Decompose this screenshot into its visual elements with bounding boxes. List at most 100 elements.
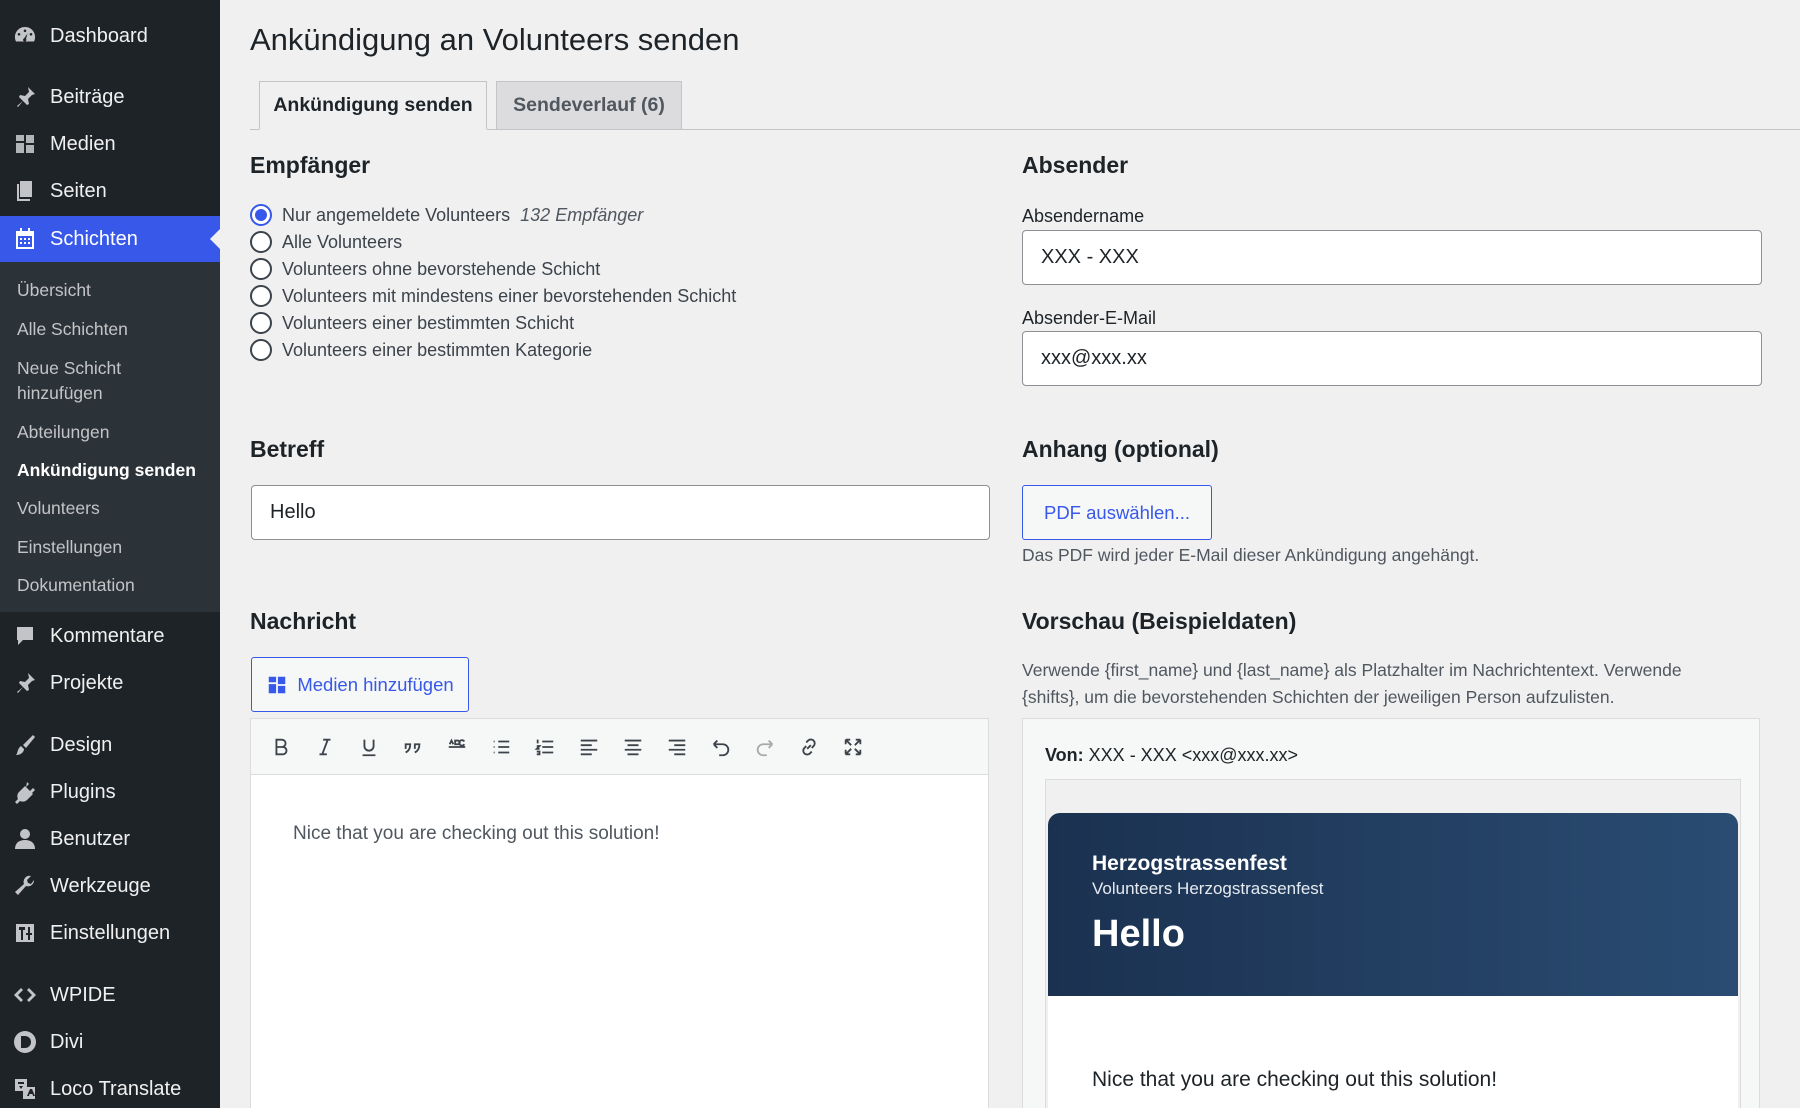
sender-name-input[interactable]	[1022, 230, 1762, 285]
menu-label: Loco Translate	[50, 1077, 182, 1100]
bold-icon[interactable]	[259, 727, 303, 767]
from-label: Von:	[1045, 745, 1084, 765]
menu-seiten[interactable]: Seiten	[0, 168, 220, 214]
bullet-list-icon[interactable]	[479, 727, 523, 767]
radio-button[interactable]	[250, 231, 272, 253]
recipient-option[interactable]: Volunteers einer bestimmten Schicht	[250, 310, 574, 336]
recipient-option-label: Volunteers ohne bevorstehende Schicht	[282, 258, 601, 279]
align-right-icon[interactable]	[655, 727, 699, 767]
recipient-option-label: Alle Volunteers	[282, 231, 403, 252]
menu-einstellungen[interactable]: Einstellungen	[0, 910, 220, 956]
preview-help-line2: {shifts}, um die bevorstehenden Schichte…	[1022, 687, 1615, 707]
sender-email-label: Absender-E-Mail	[1022, 308, 1157, 328]
select-pdf-button[interactable]: PDF auswählen...	[1022, 485, 1212, 540]
radio-button[interactable]	[250, 258, 272, 280]
italic-icon[interactable]	[303, 727, 347, 767]
from-value: XXX - XXX <xxx@xxx.xx>	[1088, 745, 1299, 765]
menu-werkzeuge[interactable]: Werkzeuge	[0, 863, 220, 909]
submenu-ankuendigung-senden[interactable]: Ankündigung senden	[17, 458, 196, 483]
subject-input[interactable]	[251, 485, 990, 540]
radio-button[interactable]	[250, 339, 272, 361]
menu-kommentare[interactable]: Kommentare	[0, 613, 220, 659]
menu-medien[interactable]: Medien	[0, 121, 220, 167]
submenu-volunteers[interactable]: Volunteers	[17, 496, 100, 521]
tab-sendeverlauf[interactable]: Sendeverlauf (6)	[496, 81, 682, 130]
sender-heading: Absender	[1022, 152, 1129, 178]
subject-heading: Betreff	[250, 436, 325, 462]
recipients-heading: Empfänger	[250, 152, 371, 178]
wrench-icon	[0, 874, 50, 898]
menu-design[interactable]: Design	[0, 722, 220, 768]
preview-canvas: Herzogstrassenfest Volunteers Herzogstra…	[1045, 779, 1741, 1108]
email-body: Nice that you are checking out this solu…	[1092, 1068, 1498, 1091]
link-icon[interactable]	[787, 727, 831, 767]
menu-projekte[interactable]: Projekte	[0, 660, 220, 706]
attachment-heading: Anhang (optional)	[1022, 436, 1219, 462]
email-subject: Hello	[1092, 913, 1185, 955]
menu-divi[interactable]: Divi	[0, 1019, 220, 1065]
numbered-list-icon[interactable]	[523, 727, 567, 767]
quote-icon[interactable]	[391, 727, 435, 767]
submenu-neue-schicht-line2[interactable]: hinzufügen	[17, 381, 103, 406]
plugin-icon	[0, 780, 50, 804]
pin-icon	[0, 85, 50, 109]
submenu-abteilungen[interactable]: Abteilungen	[17, 420, 109, 445]
recipient-option[interactable]: Alle Volunteers	[250, 229, 402, 255]
menu-wpide[interactable]: WPIDE	[0, 972, 220, 1018]
pages-icon	[0, 179, 50, 203]
recipient-option[interactable]: Volunteers ohne bevorstehende Schicht	[250, 256, 600, 282]
undo-icon[interactable]	[699, 727, 743, 767]
redo-icon[interactable]	[743, 727, 787, 767]
sender-email-input[interactable]	[1022, 331, 1762, 386]
settings-icon	[0, 921, 50, 945]
underline-icon[interactable]	[347, 727, 391, 767]
menu-label: Schichten	[50, 227, 138, 250]
preview-from: Von: XXX - XXX <xxx@xxx.xx>	[1045, 745, 1298, 766]
recipient-option[interactable]: Volunteers einer bestimmten Kategorie	[250, 337, 592, 363]
brush-icon	[0, 733, 50, 757]
menu-plugins[interactable]: Plugins	[0, 769, 220, 815]
submenu-neue-schicht[interactable]: Neue Schicht	[17, 356, 121, 381]
submenu-einstellungen[interactable]: Einstellungen	[17, 535, 122, 560]
menu-label: Divi	[50, 1030, 84, 1053]
media-icon	[266, 674, 288, 696]
menu-label: Plugins	[50, 780, 116, 803]
tab-ankuendigung-senden[interactable]: Ankündigung senden	[259, 81, 487, 130]
submenu-uebersicht[interactable]: Übersicht	[17, 278, 91, 303]
submenu-alle-schichten[interactable]: Alle Schichten	[17, 317, 128, 342]
translate-icon	[0, 1077, 50, 1101]
attachment-help: Das PDF wird jeder E-Mail dieser Ankündi…	[1022, 545, 1480, 565]
recipient-count: 132 Empfänger	[520, 204, 644, 225]
dashboard-icon	[0, 24, 50, 48]
add-media-button[interactable]: Medien hinzufügen	[251, 657, 469, 712]
strikethrough-icon[interactable]	[435, 727, 479, 767]
menu-label: Dashboard	[50, 24, 148, 47]
submenu-dokumentation[interactable]: Dokumentation	[17, 573, 135, 598]
active-indicator	[210, 229, 220, 249]
menu-beitraege[interactable]: Beiträge	[0, 74, 220, 120]
menu-label: Beiträge	[50, 85, 125, 108]
comment-icon	[0, 624, 50, 648]
menu-dashboard[interactable]: Dashboard	[0, 13, 220, 59]
menu-label: Einstellungen	[50, 921, 171, 944]
menu-benutzer[interactable]: Benutzer	[0, 816, 220, 862]
fullscreen-icon[interactable]	[831, 727, 875, 767]
align-left-icon[interactable]	[567, 727, 611, 767]
recipient-option[interactable]: Volunteers mit mindestens einer bevorste…	[250, 283, 736, 309]
menu-loco-translate[interactable]: Loco Translate	[0, 1066, 220, 1108]
radio-button[interactable]	[250, 312, 272, 334]
media-icon	[0, 132, 50, 156]
recipient-option[interactable]: Nur angemeldete Volunteers 132 Empfänger	[250, 202, 643, 228]
user-icon	[0, 827, 50, 851]
divi-icon	[0, 1030, 50, 1054]
message-editor[interactable]: Nice that you are checking out this solu…	[250, 718, 989, 1108]
align-center-icon[interactable]	[611, 727, 655, 767]
radio-button-checked[interactable]	[250, 204, 272, 226]
email-preview: Von: XXX - XXX <xxx@xxx.xx> Herzogstrass…	[1022, 718, 1760, 1108]
radio-button[interactable]	[250, 285, 272, 307]
email-card: Herzogstrassenfest Volunteers Herzogstra…	[1048, 813, 1738, 1108]
menu-label: Projekte	[50, 671, 124, 694]
add-media-label: Medien hinzufügen	[297, 673, 454, 695]
editor-content[interactable]: Nice that you are checking out this solu…	[293, 823, 659, 845]
menu-schichten[interactable]: Schichten	[0, 216, 220, 262]
